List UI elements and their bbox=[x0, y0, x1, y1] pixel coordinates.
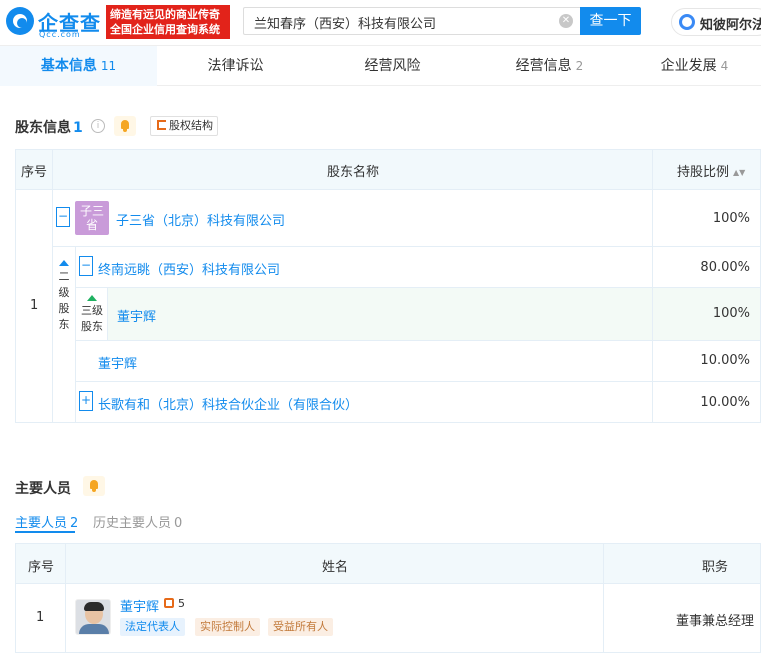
equity-structure-button[interactable]: 股权结构 bbox=[150, 116, 218, 136]
qcc-logo[interactable]: 企查查 Qcc.com bbox=[6, 5, 102, 41]
level3-column: 三级 股东 bbox=[75, 287, 108, 341]
role-value: 董事兼总经理 bbox=[676, 614, 755, 629]
zhibo-icon bbox=[679, 14, 695, 30]
shareholder-name-link[interactable]: 董宇辉 bbox=[117, 306, 156, 325]
sort-icon[interactable]: ▲▼ bbox=[733, 168, 745, 177]
zhibo-label: 知彼阿尔法 bbox=[700, 18, 761, 33]
level2-column: 二 级 股 东 bbox=[52, 246, 76, 423]
relation-icon[interactable] bbox=[164, 598, 174, 608]
header-text: 姓名 bbox=[322, 560, 349, 575]
ratio-value: 100% bbox=[712, 306, 750, 321]
collapse-toggle[interactable]: − bbox=[79, 256, 93, 276]
ratio-value: 100% bbox=[712, 211, 750, 226]
tab-history-people[interactable]: 历史主要人员 0 bbox=[93, 512, 182, 531]
ratio-cell: 100% bbox=[652, 189, 761, 247]
ratio-value: 80.00% bbox=[700, 260, 750, 275]
tab-legal[interactable]: 法律诉讼 bbox=[157, 46, 314, 86]
col-index-header: 序号 bbox=[15, 543, 66, 584]
role-cell: 董事兼总经理 bbox=[603, 583, 761, 653]
zhibo-alpha-button[interactable]: 知彼阿尔法 bbox=[671, 8, 761, 36]
tab-label: 基本信息 bbox=[40, 58, 97, 74]
tab-label: 企业发展 bbox=[660, 58, 717, 74]
active-tab-underline bbox=[15, 531, 75, 533]
section-title-text: 股东信息 bbox=[15, 120, 71, 136]
bell-icon[interactable] bbox=[114, 116, 136, 136]
search-button[interactable]: 查一下 bbox=[580, 7, 641, 35]
header-text: 股东名称 bbox=[327, 165, 380, 180]
tab-count: 4 bbox=[720, 59, 729, 73]
col-role-header: 职务 bbox=[603, 543, 761, 584]
person-avatar[interactable] bbox=[75, 599, 111, 635]
shareholder-name-link[interactable]: 终南远眺（西安）科技有限公司 bbox=[98, 259, 280, 278]
row-index: 1 bbox=[36, 610, 45, 625]
slogan-banner: 缔造有远见的商业传奇 全国企业信用查询系统 bbox=[106, 5, 230, 39]
section-count: 1 bbox=[73, 120, 83, 136]
bell-icon[interactable] bbox=[83, 476, 105, 496]
ratio-cell: 100% bbox=[652, 287, 761, 341]
top-header: 企查查 Qcc.com 缔造有远见的商业传奇 全国企业信用查询系统 兰知春序（西… bbox=[0, 0, 761, 46]
tab-risk[interactable]: 经营风险 bbox=[314, 46, 471, 86]
tab-count: 11 bbox=[100, 59, 117, 73]
header-text: 持股比例 ▲▼ bbox=[677, 165, 746, 180]
table-row-level3: 董宇辉 bbox=[107, 287, 653, 341]
slogan-line2: 全国企业信用查询系统 bbox=[110, 23, 220, 36]
level3-label: 三级 股东 bbox=[81, 304, 103, 333]
tag-actual-controller: 实际控制人 bbox=[195, 618, 260, 636]
tab-label: 经营信息 bbox=[515, 58, 572, 74]
company-avatar: 子三省 bbox=[75, 201, 109, 235]
ratio-value: 10.00% bbox=[700, 353, 750, 368]
qcc-logo-icon bbox=[6, 7, 34, 35]
shareholder-name-link[interactable]: 长歌有和（北京）科技合伙企业（有限合伙） bbox=[98, 394, 358, 413]
ratio-value: 10.00% bbox=[700, 395, 750, 410]
arrow-up-icon bbox=[59, 260, 69, 266]
shareholder-name-link[interactable]: 董宇辉 bbox=[98, 353, 137, 372]
ratio-cell: 80.00% bbox=[652, 246, 761, 288]
equity-structure-label: 股权结构 bbox=[169, 119, 213, 132]
tag-legal-rep: 法定代表人 bbox=[120, 618, 185, 636]
tab-label: 经营风险 bbox=[364, 58, 421, 74]
col-ratio-header[interactable]: 持股比例 ▲▼ bbox=[652, 149, 761, 190]
table-row-sub2: 董宇辉 bbox=[75, 340, 653, 382]
tab-operation[interactable]: 经营信息 2 bbox=[471, 46, 628, 86]
people-title: 主要人员 bbox=[15, 481, 71, 497]
tab-label: 法律诉讼 bbox=[207, 58, 264, 74]
info-icon[interactable]: i bbox=[91, 119, 105, 133]
col-name-header: 姓名 bbox=[65, 543, 604, 584]
header-text: 序号 bbox=[28, 560, 55, 575]
level2-label: 二 级 股 东 bbox=[58, 270, 70, 331]
header-text: 序号 bbox=[21, 165, 48, 180]
ratio-cell: 10.00% bbox=[652, 381, 761, 423]
row-index-cell: 1 bbox=[15, 583, 66, 653]
collapse-toggle[interactable]: − bbox=[56, 207, 70, 227]
row-index-cell: 1 bbox=[15, 189, 53, 423]
clear-icon[interactable]: ✕ bbox=[559, 14, 573, 28]
shareholder-name-link[interactable]: 子三省（北京）科技有限公司 bbox=[116, 210, 285, 229]
section-tabs: 基本信息 11 法律诉讼 经营风险 经营信息 2 企业发展 4 bbox=[0, 46, 761, 86]
arrow-up-icon bbox=[87, 295, 97, 301]
tag-beneficial-owner: 受益所有人 bbox=[268, 618, 333, 636]
relation-count[interactable]: 5 bbox=[178, 597, 185, 610]
shareholders-title: 股东信息 1 bbox=[15, 117, 83, 137]
header-text: 职务 bbox=[702, 560, 729, 575]
row-index: 1 bbox=[30, 298, 39, 313]
search-input[interactable]: 兰知春序（西安）科技有限公司 ✕ bbox=[243, 7, 581, 35]
logo-sub: Qcc.com bbox=[39, 30, 81, 39]
tab-current-people[interactable]: 主要人员 2 bbox=[15, 512, 78, 531]
person-name-link[interactable]: 董宇辉 bbox=[120, 596, 159, 615]
tab-count: 2 bbox=[575, 59, 584, 73]
slogan-line1: 缔造有远见的商业传奇 bbox=[110, 8, 220, 21]
ratio-cell: 10.00% bbox=[652, 340, 761, 382]
expand-toggle[interactable]: + bbox=[79, 391, 93, 411]
tab-development[interactable]: 企业发展 4 bbox=[628, 46, 761, 86]
equity-structure-icon bbox=[157, 120, 166, 130]
col-index-header: 序号 bbox=[15, 149, 53, 190]
search-value: 兰知春序（西安）科技有限公司 bbox=[254, 17, 437, 32]
col-name-header: 股东名称 bbox=[52, 149, 653, 190]
tab-basic-info[interactable]: 基本信息 11 bbox=[0, 46, 157, 86]
